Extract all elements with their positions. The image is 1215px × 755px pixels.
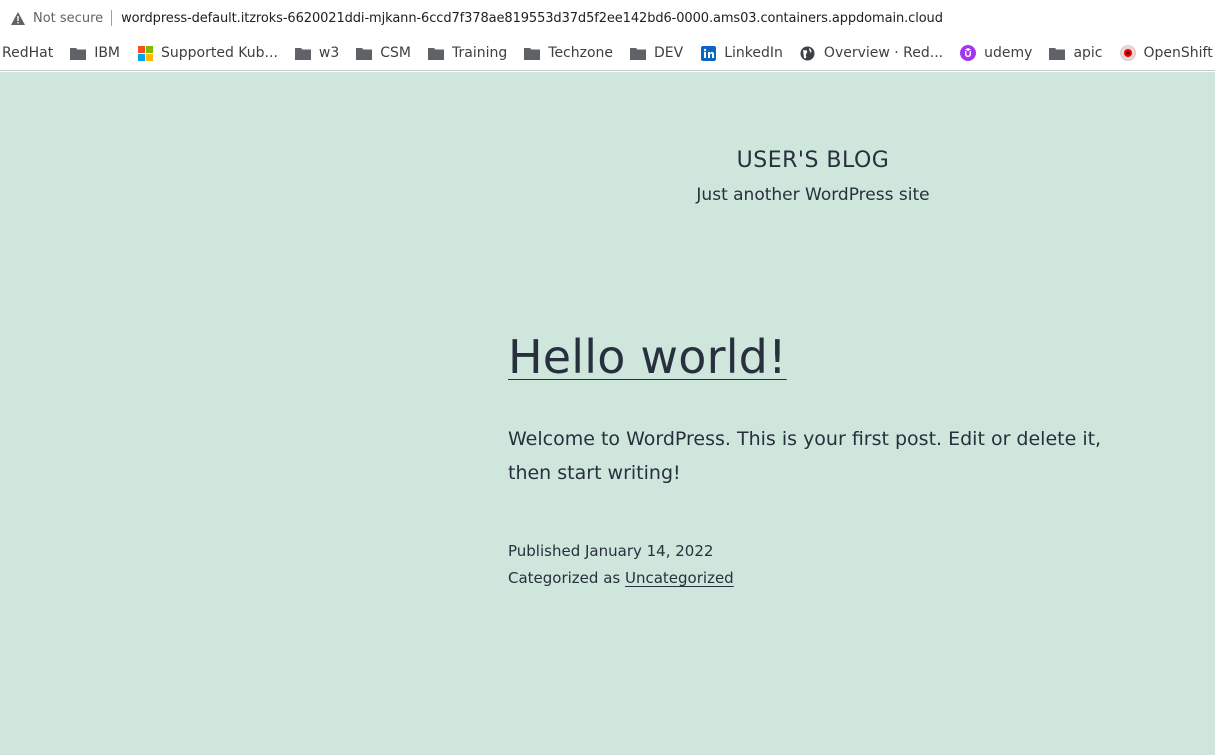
bookmark-label: Techzone [548,45,614,61]
bookmark-label: udemy [984,45,1033,61]
bookmark-label: DEV [654,45,684,61]
bookmark-overview-redhat[interactable]: Overview · Red... [800,45,943,61]
site-description: Just another WordPress site [696,185,930,205]
post-category-meta: Categorized as Uncategorized [508,569,734,587]
bookmark-dev[interactable]: DEV [630,45,683,61]
site-title[interactable]: USER'S BLOG [613,148,1013,173]
bookmark-w3[interactable]: w3 [294,45,340,61]
folder-icon [356,45,373,61]
folder-icon [1049,45,1066,61]
bookmark-linkedin[interactable]: LinkedIn [700,45,783,61]
bookmarks-bar: RedHat IBM Supported Kub... w3 CSM Train… [0,36,1215,71]
bookmark-label: IBM [94,45,121,61]
warning-triangle-icon[interactable] [11,11,25,25]
bookmark-apic[interactable]: apic [1049,45,1103,61]
bookmark-label: OpenShift Guides [1143,45,1215,61]
linkedin-icon [700,45,716,61]
category-link[interactable]: Uncategorized [625,569,734,587]
bookmark-openshift-guides[interactable]: OpenShift Guides [1119,45,1215,61]
post-title-link[interactable]: Hello world! [508,330,787,384]
bookmark-csm[interactable]: CSM [356,45,411,61]
published-date: January 14, 2022 [585,542,714,560]
bookmark-label: Overview · Red... [823,45,944,61]
post-published-meta: Published January 14, 2022 [508,542,713,560]
openshift-icon [1119,45,1136,61]
folder-icon [428,45,445,61]
folder-icon [294,45,311,61]
folder-icon [524,45,541,61]
url-text[interactable]: wordpress-default.itzroks-6620021ddi-mjk… [121,11,943,26]
published-label: Published [508,542,581,560]
bookmark-training[interactable]: Training [428,45,507,61]
bookmark-label: Supported Kub... [161,45,278,61]
bookmark-label: LinkedIn [724,45,783,61]
bookmark-ibm[interactable]: IBM [70,45,120,61]
bookmark-udemy[interactable]: udemy [960,45,1032,61]
bookmark-label: apic [1073,45,1103,61]
bookmark-label: RedHat [2,45,54,61]
bookmark-label: CSM [380,45,412,61]
post-body: Welcome to WordPress. This is your first… [508,428,1102,484]
bookmark-label: w3 [318,45,340,61]
address-divider [111,10,113,26]
bookmark-techzone[interactable]: Techzone [524,45,613,61]
microsoft-icon [137,45,153,61]
bookmark-supported-kub[interactable]: Supported Kub... [137,45,278,61]
categorized-label: Categorized as [508,569,621,587]
udemy-icon [960,45,977,61]
folder-icon [70,45,87,61]
page-content: USER'S BLOG Just another WordPress site … [0,72,1215,755]
security-label[interactable]: Not secure [33,11,103,26]
address-bar[interactable]: Not secure wordpress-default.itzroks-662… [0,0,1215,36]
folder-icon [630,45,647,61]
bookmark-label: Training [452,45,508,61]
bookmark-redhat[interactable]: RedHat [2,45,53,61]
globe-icon [800,45,816,61]
